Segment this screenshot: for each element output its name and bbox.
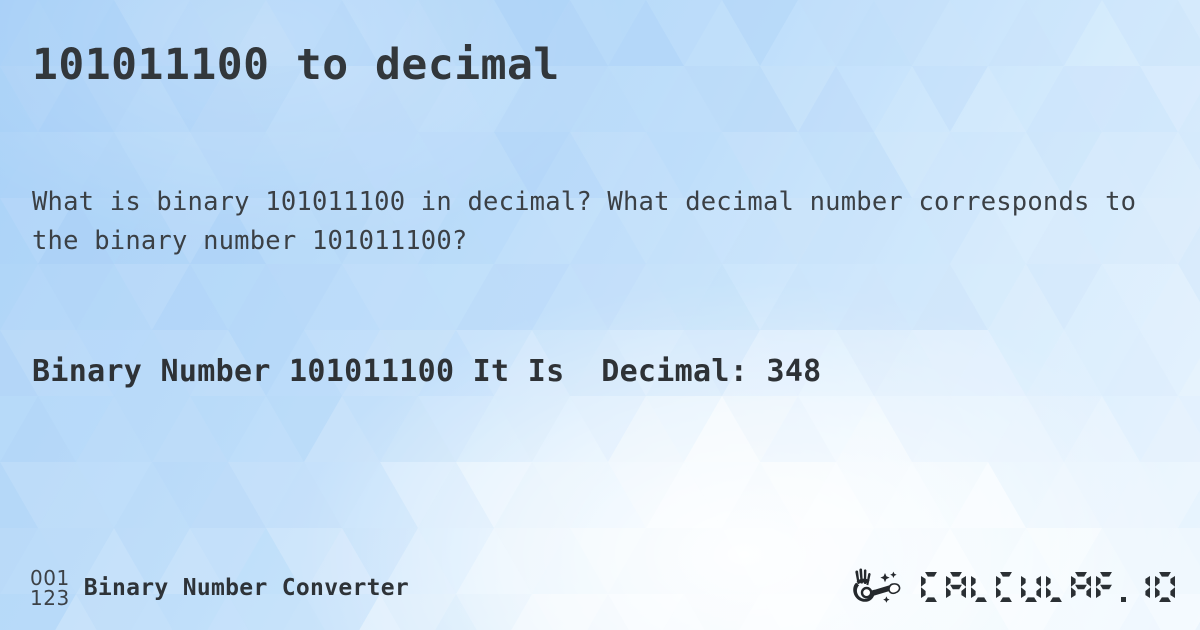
magic-wand-hand-icon bbox=[853, 568, 901, 603]
calculatio-text bbox=[921, 572, 1175, 602]
calculatio-brand bbox=[849, 567, 1184, 609]
site-name: Binary Number Converter bbox=[83, 575, 410, 601]
conversion-result: Binary Number 101011100 It Is Decimal: 3… bbox=[32, 354, 822, 389]
card-content: 101011100 to decimal What is binary 1010… bbox=[0, 0, 1200, 630]
page-title: 101011100 to decimal bbox=[32, 40, 560, 90]
og-image-card: 101011100 to decimal What is binary 1010… bbox=[0, 0, 1200, 630]
binary-digits-logo-icon: 001 123 bbox=[30, 568, 70, 608]
footer: 001 123 Binary Number Converter bbox=[0, 544, 1200, 630]
brand-wordmark bbox=[915, 567, 1184, 609]
logo-digits-top: 001 bbox=[30, 566, 70, 590]
footer-branding: 001 123 Binary Number Converter bbox=[30, 568, 409, 608]
logo-digits-bottom: 123 bbox=[30, 586, 70, 610]
page-subtitle: What is binary 101011100 in decimal? Wha… bbox=[32, 187, 1137, 256]
